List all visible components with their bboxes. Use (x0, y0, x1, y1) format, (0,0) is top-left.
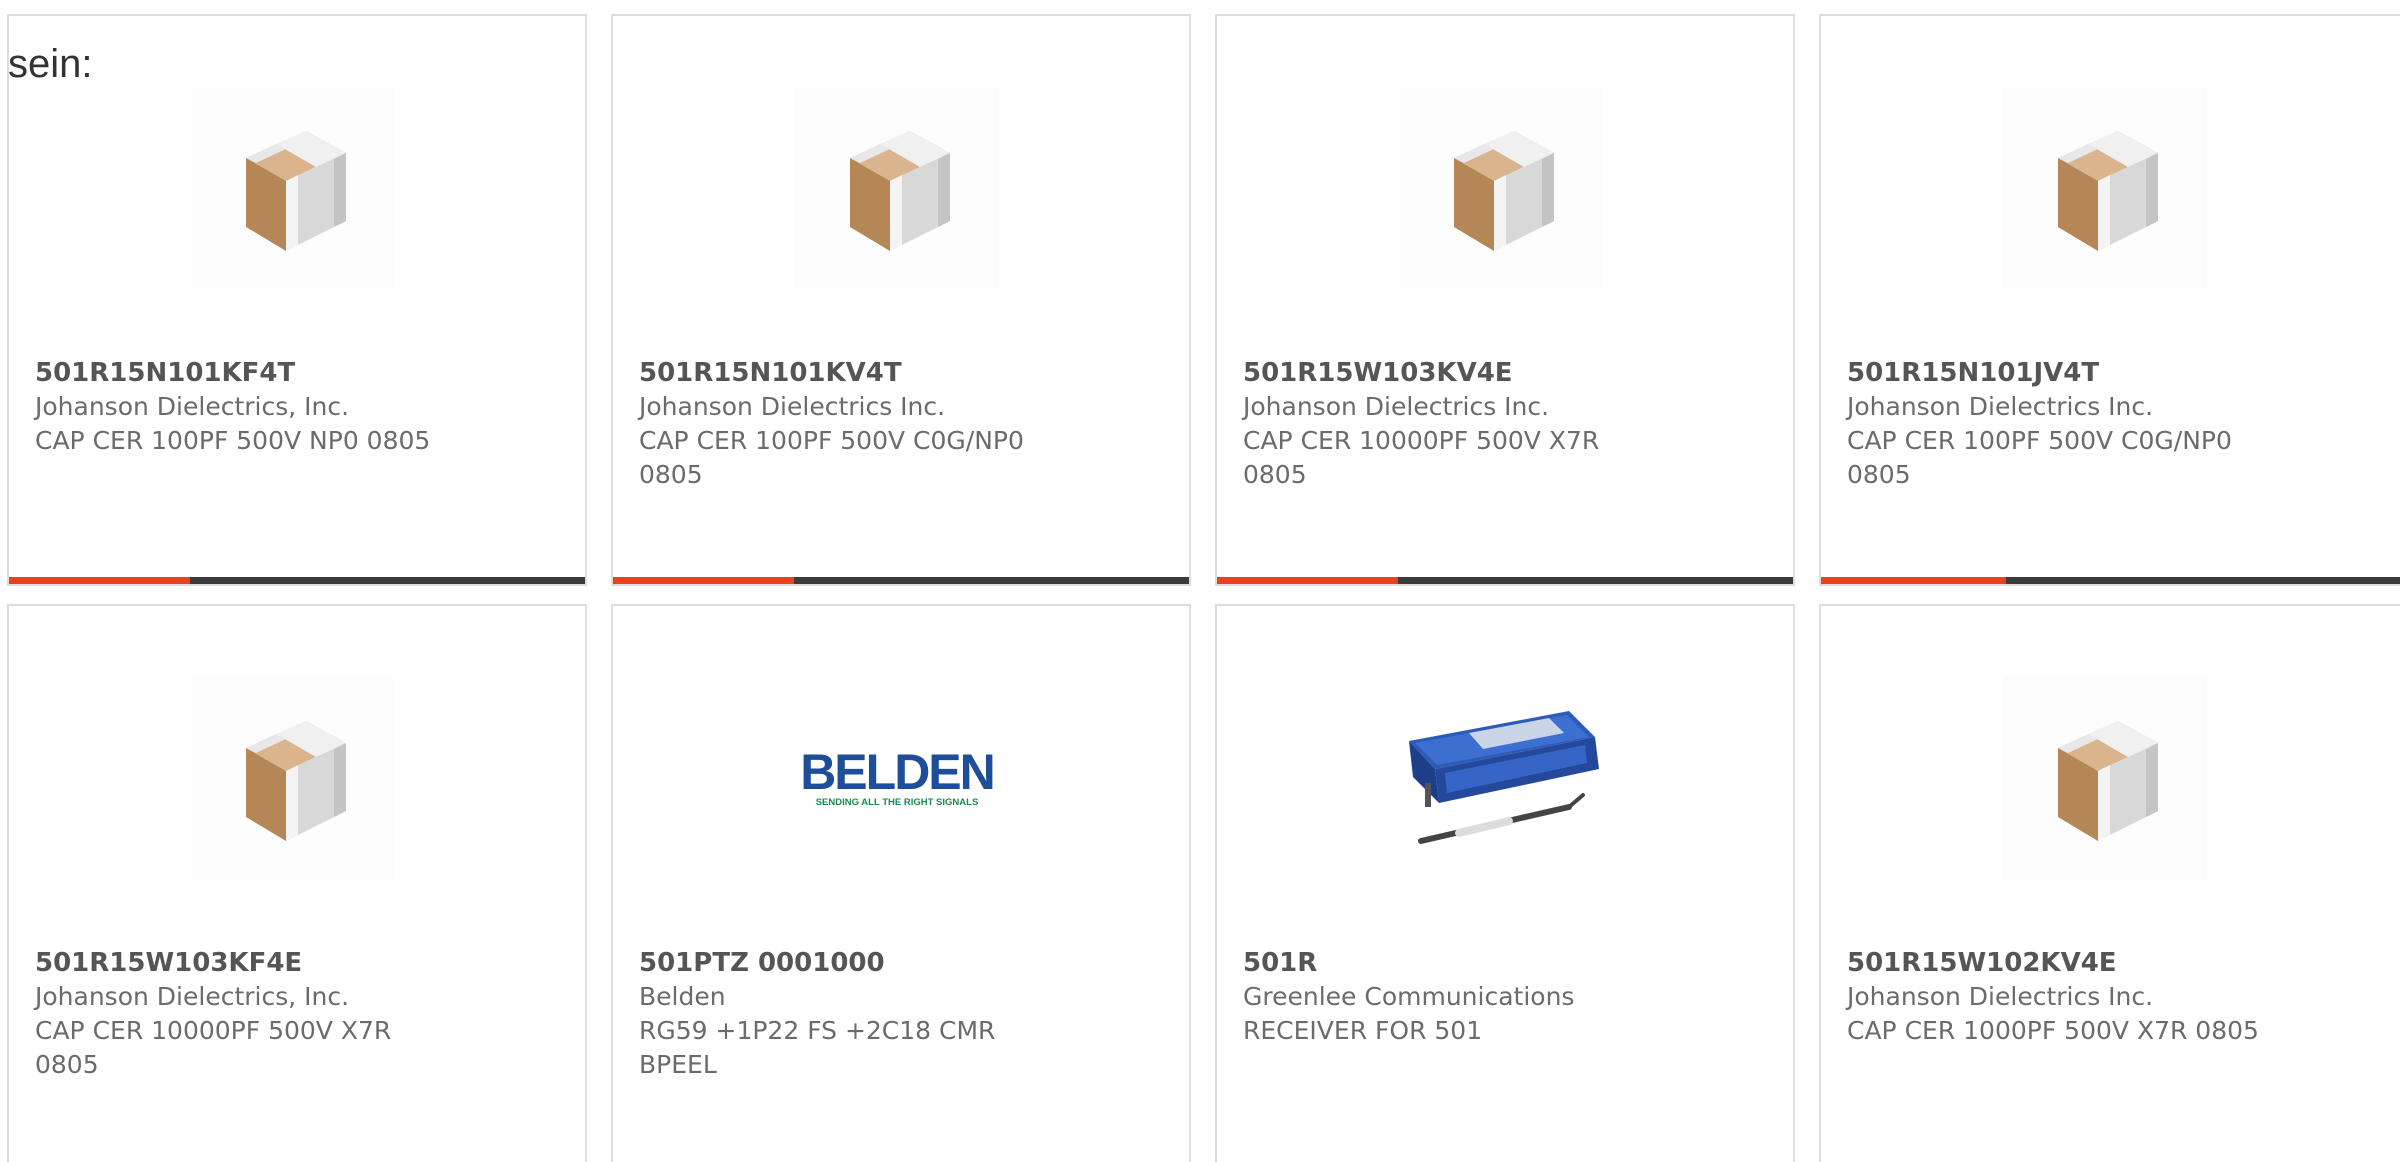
product-card[interactable]: BELDEN SENDING ALL THE RIGHT SIGNALS 501… (611, 604, 1191, 1162)
part-number[interactable]: 501R15W103KV4E (1243, 356, 1663, 390)
product-description: RECEIVER FOR 501 (1243, 1016, 1483, 1045)
capacitor-chip-icon (2058, 131, 2158, 251)
product-image[interactable] (2003, 86, 2207, 290)
part-number[interactable]: 501R15W102KV4E (1847, 946, 2267, 980)
product-info: 501PTZ 0001000 Belden RG59 +1P22 FS +2C1… (639, 946, 1059, 1082)
product-description: CAP CER 100PF 500V NP0 0805 (35, 426, 431, 455)
product-info: 501R15N101KV4T Johanson Dielectrics Inc.… (639, 356, 1059, 492)
product-description: CAP CER 100PF 500V C0G/NP0 0805 (1847, 426, 2232, 489)
belden-logo-wordmark: BELDEN (800, 744, 994, 800)
capacitor-chip-icon (850, 131, 950, 251)
manufacturer: Johanson Dielectrics Inc. (1243, 392, 1550, 421)
product-info: 501R15W103KV4E Johanson Dielectrics Inc.… (1243, 356, 1663, 492)
manufacturer: Johanson Dielectrics, Inc. (35, 982, 350, 1011)
product-image[interactable] (191, 86, 395, 290)
product-description: CAP CER 100PF 500V C0G/NP0 0805 (639, 426, 1024, 489)
product-info: 501R Greenlee Communications RECEIVER FO… (1243, 946, 1663, 1048)
part-number[interactable]: 501R (1243, 946, 1663, 980)
product-info: 501R15W103KF4E Johanson Dielectrics, Inc… (35, 946, 455, 1082)
progress-fill (9, 577, 191, 584)
product-description: RG59 +1P22 FS +2C18 CMR BPEEL (639, 1016, 996, 1079)
progress-bar (9, 577, 585, 584)
product-info: 501R15N101KF4T Johanson Dielectrics, Inc… (35, 356, 455, 458)
intro-text: sein: (8, 42, 93, 86)
part-number[interactable]: 501R15N101JV4T (1847, 356, 2267, 390)
product-card[interactable]: 501R15N101KF4T Johanson Dielectrics, Inc… (7, 14, 587, 586)
product-image[interactable] (2003, 676, 2207, 880)
progress-fill (613, 577, 795, 584)
manufacturer: Johanson Dielectrics Inc. (1847, 392, 2154, 421)
product-card[interactable]: 501R15N101KV4T Johanson Dielectrics Inc.… (611, 14, 1191, 586)
product-info: 501R15W102KV4E Johanson Dielectrics Inc.… (1847, 946, 2267, 1048)
manufacturer: Johanson Dielectrics Inc. (1847, 982, 2154, 1011)
manufacturer: Greenlee Communications (1243, 982, 1575, 1011)
progress-bar (1821, 577, 2400, 584)
capacitor-chip-icon (2058, 721, 2158, 841)
progress-fill (1217, 577, 1399, 584)
product-results-page: sein: 501R15N101KF4T Johanson Dielectric… (0, 0, 2400, 1162)
product-description: CAP CER 1000PF 500V X7R 0805 (1847, 1016, 2259, 1045)
product-description: CAP CER 10000PF 500V X7R 0805 (1243, 426, 1600, 489)
capacitor-chip-icon (1454, 131, 1554, 251)
part-number[interactable]: 501PTZ 0001000 (639, 946, 1059, 980)
progress-bar (1217, 577, 1793, 584)
part-number[interactable]: 501R15W103KF4E (35, 946, 455, 980)
part-number[interactable]: 501R15N101KV4T (639, 356, 1059, 390)
product-image[interactable] (795, 86, 999, 290)
manufacturer: Belden (639, 982, 726, 1011)
product-image[interactable] (191, 676, 395, 880)
product-card[interactable]: 501R15W103KV4E Johanson Dielectrics Inc.… (1215, 14, 1795, 586)
product-image[interactable] (1399, 86, 1603, 290)
manufacturer: Johanson Dielectrics, Inc. (35, 392, 350, 421)
belden-logo: BELDEN SENDING ALL THE RIGHT SIGNALS (800, 744, 996, 808)
product-card[interactable]: 501R15N101JV4T Johanson Dielectrics Inc.… (1819, 14, 2400, 586)
product-card[interactable]: 501R15W103KF4E Johanson Dielectrics, Inc… (7, 604, 587, 1162)
part-number[interactable]: 501R15N101KF4T (35, 356, 455, 390)
receiver-kit-case-icon (1409, 711, 1599, 844)
progress-fill (1821, 577, 2007, 584)
capacitor-chip-icon (246, 131, 346, 251)
product-description: CAP CER 10000PF 500V X7R 0805 (35, 1016, 392, 1079)
product-image[interactable]: BELDEN SENDING ALL THE RIGHT SIGNALS (795, 676, 999, 880)
product-card[interactable]: 501R Greenlee Communications RECEIVER FO… (1215, 604, 1795, 1162)
capacitor-chip-icon (246, 721, 346, 841)
product-card[interactable]: 501R15W102KV4E Johanson Dielectrics Inc.… (1819, 604, 2400, 1162)
belden-logo-tagline: SENDING ALL THE RIGHT SIGNALS (816, 797, 979, 808)
manufacturer: Johanson Dielectrics Inc. (639, 392, 946, 421)
product-image[interactable] (1399, 676, 1603, 880)
product-info: 501R15N101JV4T Johanson Dielectrics Inc.… (1847, 356, 2267, 492)
progress-bar (613, 577, 1189, 584)
